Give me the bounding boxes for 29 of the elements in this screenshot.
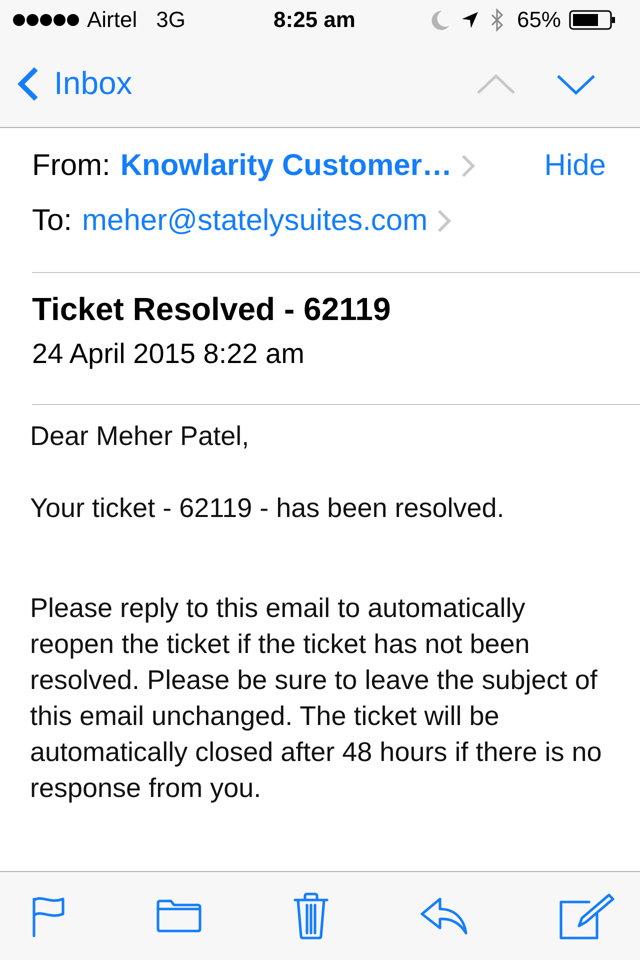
chevron-down-icon[interactable] bbox=[556, 72, 596, 94]
email-paragraph: Please reply to this email to automatically reopen the ticket if the ticket has not been resolved. Please be sure to leave the subject of this email unchanged. The ticket will be automatically closed after 48 hours if there is no response from you. bbox=[30, 592, 603, 805]
signal-strength-icon bbox=[13, 14, 79, 26]
trash-icon[interactable] bbox=[293, 892, 329, 940]
email-paragraph: Your ticket - 62119 - has been resolved. bbox=[30, 492, 506, 525]
battery-percent: 65% bbox=[516, 7, 561, 33]
moon-icon bbox=[430, 10, 449, 30]
chevron-right-icon bbox=[461, 154, 476, 178]
compose-icon[interactable] bbox=[559, 892, 615, 940]
folder-icon[interactable] bbox=[156, 899, 202, 933]
email-paragraph: Dear Meher Patel, bbox=[30, 420, 250, 453]
email-date: 24 April 2015 8:22 am bbox=[32, 337, 306, 371]
chevron-left-icon bbox=[16, 66, 40, 102]
back-button[interactable]: Inbox bbox=[16, 65, 132, 102]
hide-button[interactable]: Hide bbox=[544, 149, 606, 183]
chevron-right-icon bbox=[436, 209, 451, 233]
to-label: To: bbox=[32, 204, 72, 238]
carrier-name: Airtel bbox=[87, 7, 138, 33]
location-arrow-icon bbox=[460, 11, 479, 29]
email-subject: Ticket Resolved - 62119 bbox=[32, 290, 392, 329]
from-label: From: bbox=[32, 149, 110, 183]
flag-icon[interactable] bbox=[31, 895, 65, 937]
bluetooth-icon bbox=[490, 8, 503, 32]
sender-name[interactable]: Knowlarity Customer… bbox=[120, 149, 452, 183]
recipient-email[interactable]: meher@statelysuites.com bbox=[82, 204, 428, 238]
clock-time: 8:25 am bbox=[274, 7, 356, 33]
network-type: 3G bbox=[156, 7, 186, 33]
battery-icon bbox=[569, 10, 616, 30]
reply-icon[interactable] bbox=[420, 897, 468, 935]
